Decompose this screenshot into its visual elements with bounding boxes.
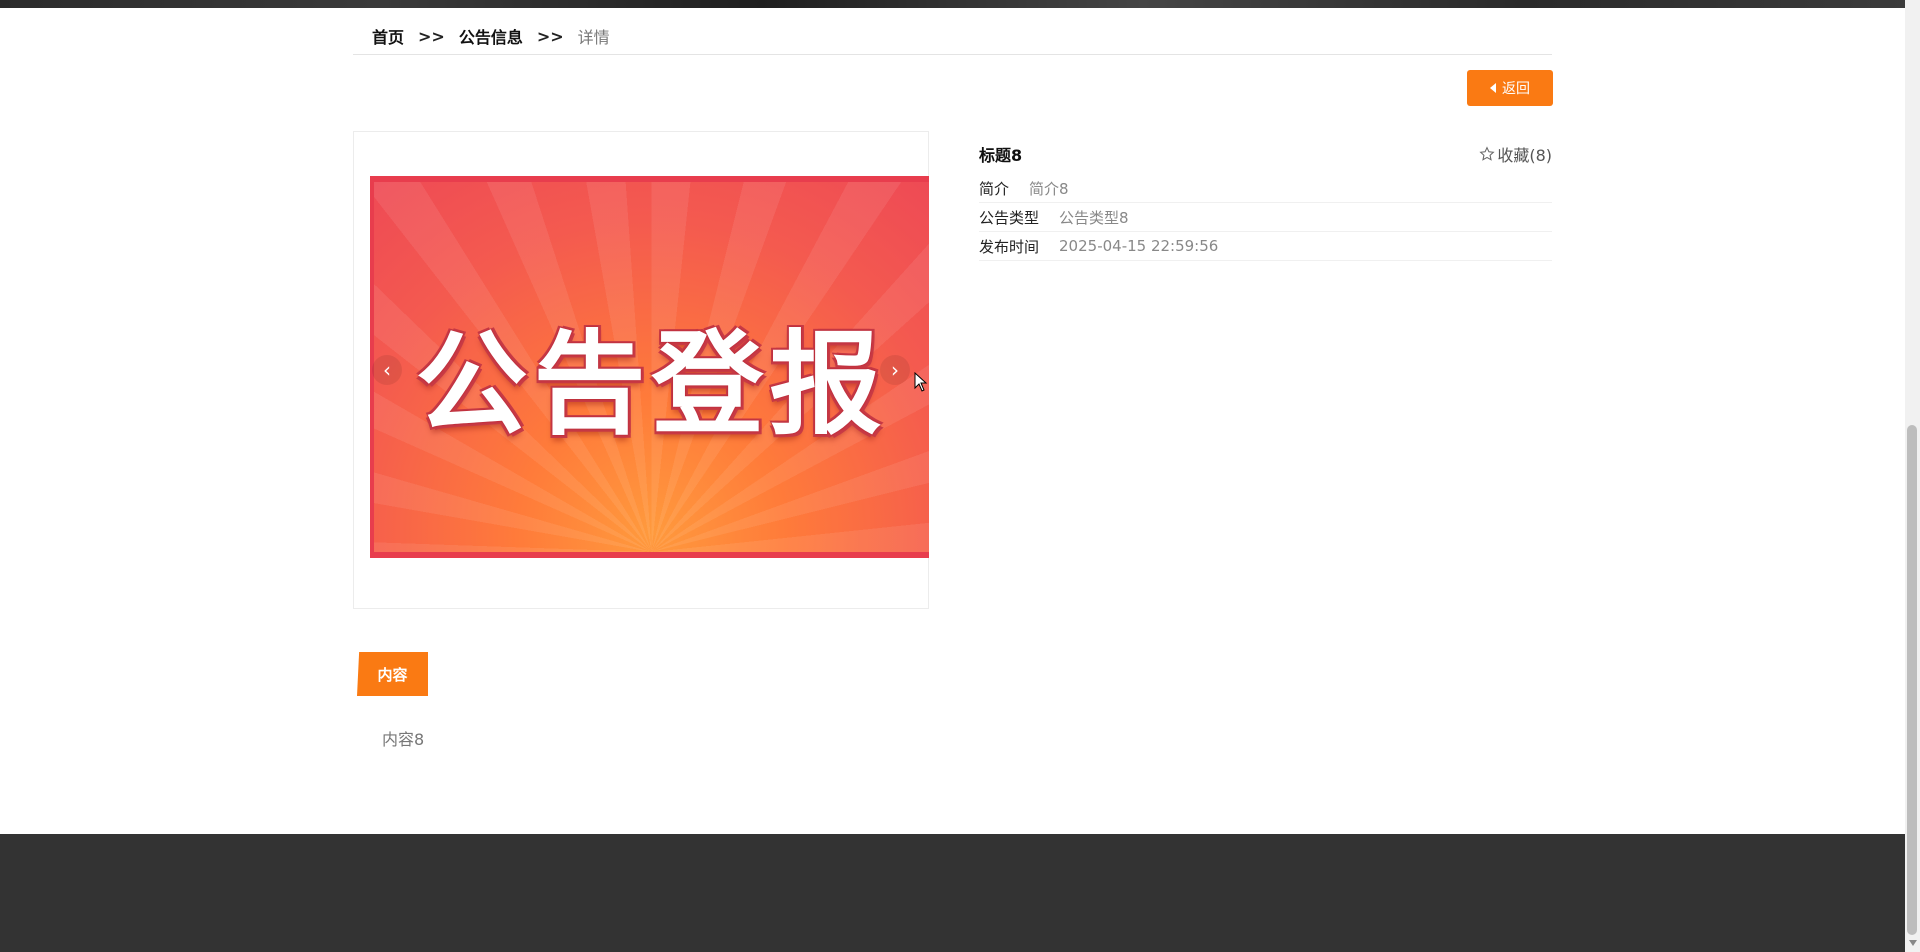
info-label: 公告类型 — [979, 208, 1040, 227]
info-label: 发布时间 — [979, 237, 1040, 256]
info-row-type: 公告类型 公告类型8 — [979, 203, 1552, 232]
info-value: 简介8 — [1029, 179, 1069, 198]
breadcrumb: 首页 >> 公告信息 >> 详情 — [372, 24, 610, 48]
scrollbar-thumb[interactable] — [1907, 425, 1917, 935]
carousel-next-arrow-icon[interactable]: › — [880, 355, 910, 385]
title-row: 标题8 收藏(8) — [979, 140, 1552, 168]
info-value: 2025-04-15 22:59:56 — [1059, 237, 1219, 255]
carousel-image: 公告登报 — [370, 176, 929, 558]
favorite-label: 收藏(8) — [1497, 146, 1552, 165]
tab-content[interactable]: 内容 — [357, 652, 428, 696]
scroll-down-arrow-icon[interactable] — [1909, 940, 1917, 946]
footer — [0, 834, 1905, 952]
info-value: 公告类型8 — [1059, 208, 1129, 227]
breadcrumb-separator: >> — [536, 26, 564, 46]
favorite-button[interactable]: 收藏(8) — [1479, 142, 1552, 166]
info-row-intro: 简介 简介8 — [979, 174, 1552, 203]
breadcrumb-separator: >> — [418, 26, 445, 46]
poster-text: 公告登报 — [415, 320, 888, 450]
back-button[interactable]: 返回 — [1467, 70, 1553, 106]
caret-left-icon — [1490, 83, 1496, 93]
breadcrumb-section[interactable]: 公告信息 — [459, 24, 523, 48]
detail-title: 标题8 — [979, 146, 1023, 165]
divider — [353, 54, 1552, 55]
mouse-cursor-icon — [914, 372, 928, 392]
top-banner-strip — [0, 0, 1905, 8]
carousel-prev-arrow-icon[interactable]: ‹ — [372, 355, 402, 385]
breadcrumb-current: 详情 — [577, 28, 610, 47]
image-carousel: 公告登报 — [353, 131, 929, 609]
breadcrumb-home[interactable]: 首页 — [372, 24, 404, 48]
star-icon — [1479, 146, 1495, 161]
detail-info: 标题8 收藏(8) 简介 简介8 公告类型 公告类型8 发布时间 2025-04… — [979, 140, 1552, 261]
info-label: 简介 — [979, 179, 1010, 198]
content-body: 内容8 — [382, 730, 425, 749]
back-button-label: 返回 — [1502, 81, 1530, 97]
info-row-publish-time: 发布时间 2025-04-15 22:59:56 — [979, 232, 1552, 261]
